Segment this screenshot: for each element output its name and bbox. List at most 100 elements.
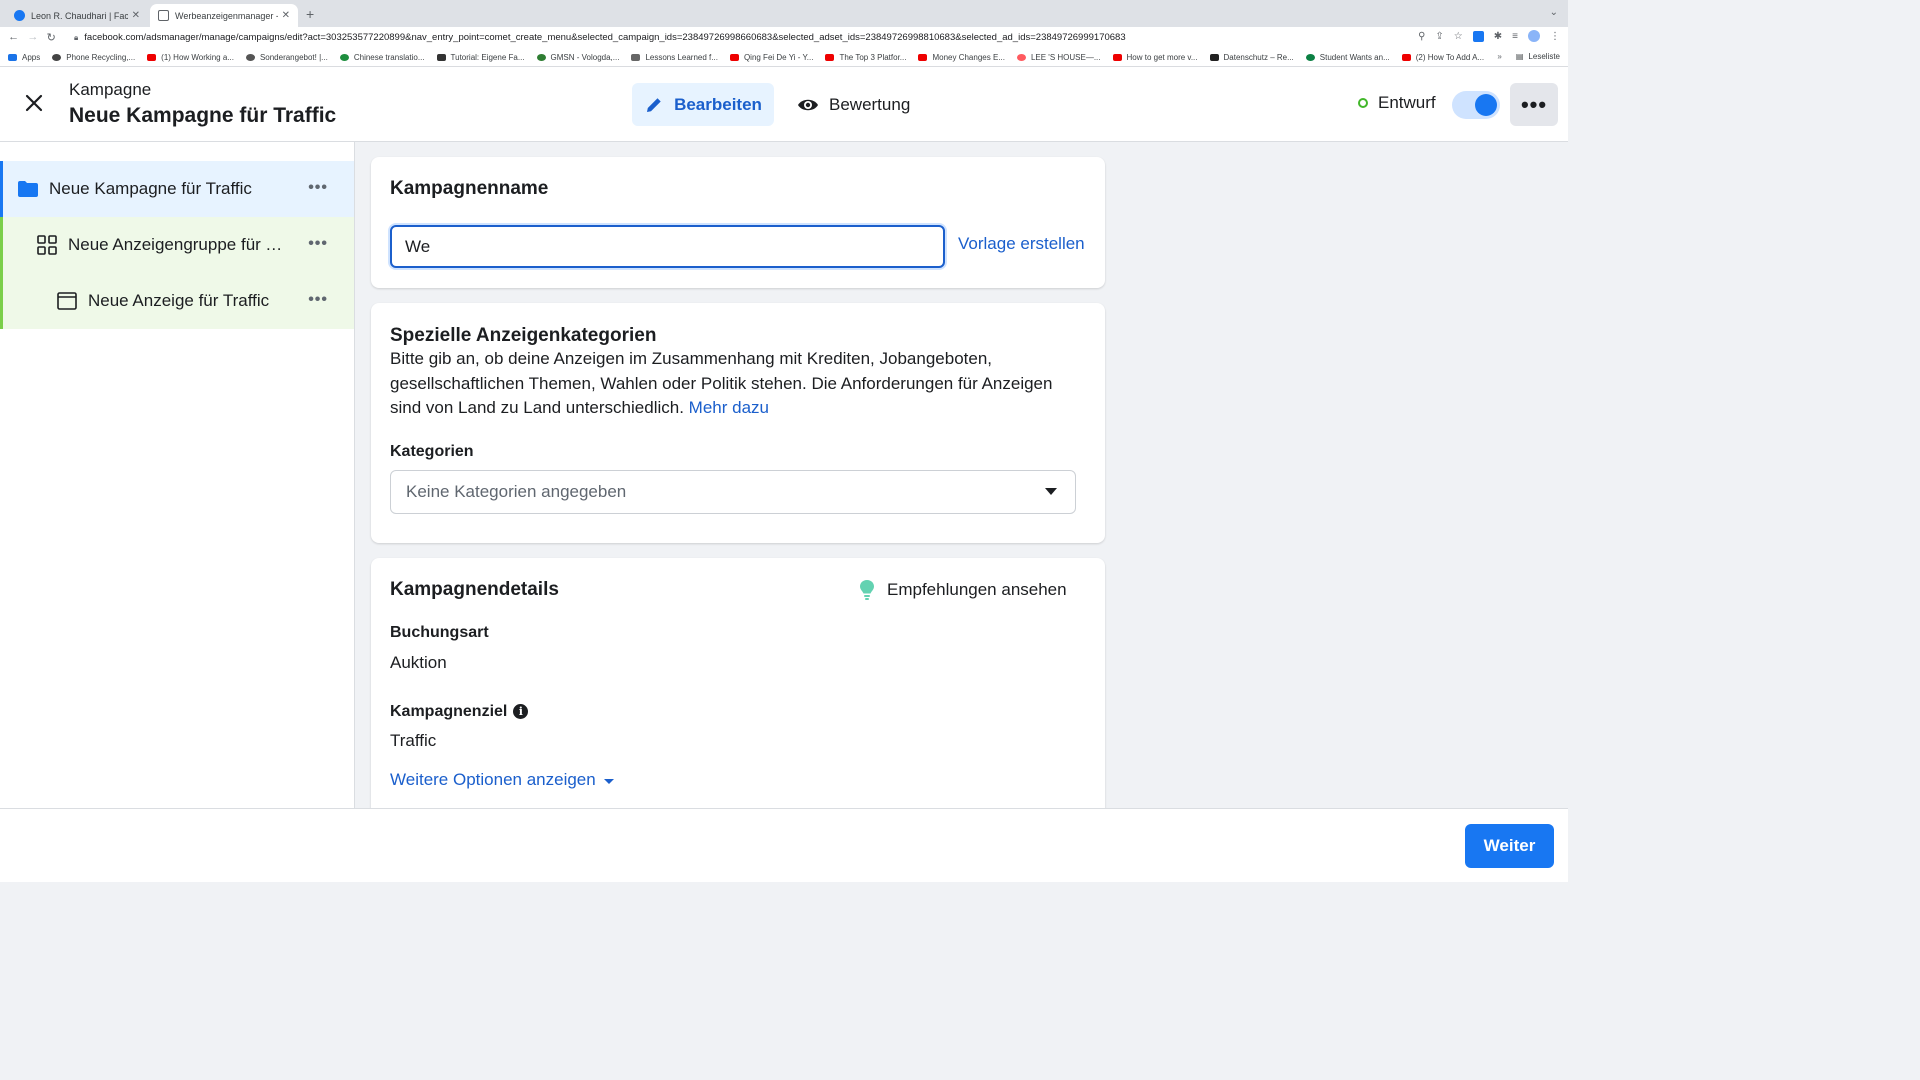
categories-select[interactable]: Keine Kategorien angegeben [390,470,1076,514]
tab-review[interactable]: Bewertung [797,83,910,126]
browser-menu-icon[interactable]: ⋮ [1550,31,1560,42]
close-tab-icon[interactable]: ✕ [282,10,290,21]
bookmark-item[interactable]: LEE 'S HOUSE—... [1016,53,1101,62]
bookmark-item[interactable]: (2) How To Add A... [1401,53,1484,62]
extensions-icon[interactable]: ✱ [1494,31,1502,42]
sidebar-item-label: Neue Kampagne für Traffic [49,179,252,198]
caret-down-icon [1045,488,1057,495]
reading-list-link[interactable]: Leseliste [1528,52,1560,61]
booking-type-label: Buchungsart [390,624,489,641]
adsmanager-icon [158,10,169,21]
status-dot-icon [1358,98,1368,108]
bookmark-item[interactable]: Lessons Learned f... [631,53,718,62]
new-tab-icon[interactable]: + [306,6,314,22]
facebook-icon [14,10,25,21]
reload-icon[interactable]: ↻ [47,31,56,44]
view-recommendations-link[interactable]: Empfehlungen ansehen [859,579,1067,601]
recommendations-label: Empfehlungen ansehen [887,580,1067,599]
site-icon [1305,53,1315,61]
browser-tab-bar: Leon R. Chaudhari | Facebook ✕ Werbeanze… [0,0,1568,27]
eye-icon [798,99,818,110]
special-categories-description: Bitte gib an, ob deine Anzeigen im Zusam… [390,349,1053,417]
campaign-details-title: Kampagnendetails [390,579,559,600]
more-options-link[interactable]: Weitere Optionen anzeigen [390,770,614,790]
create-template-link[interactable]: Vorlage erstellen [958,234,1085,254]
hash-icon [436,53,446,61]
status-badge: Entwurf [1358,93,1436,113]
site-icon [1209,53,1219,61]
categories-label: Kategorien [390,443,474,460]
facebook-extension-icon[interactable] [1472,30,1484,42]
next-button[interactable]: Weiter [1465,824,1554,868]
sidebar: Neue Kampagne für Traffic ••• Neue Anzei… [0,142,355,808]
browser-toolbar: ← → ↻ 🔒︎ facebook.com/adsmanager/manage/… [0,27,1568,48]
youtube-icon [147,53,157,61]
bookmark-item[interactable]: The Top 3 Platfor... [825,53,906,62]
bookmark-item[interactable]: How to get more v... [1112,53,1198,62]
tab-edit-label: Bearbeiten [674,94,762,114]
browser-tab-adsmanager[interactable]: Werbeanzeigenmanager - Wer ✕ [150,4,298,27]
sidebar-item-ad[interactable]: Neue Anzeige für Traffic ••• [0,273,354,329]
browser-tab-title: Leon R. Chaudhari | Facebook [31,10,128,21]
more-bookmarks-icon[interactable]: » [1497,52,1501,61]
ad-window-icon [56,290,78,312]
special-categories-title: Spezielle Anzeigenkategorien [390,325,657,346]
browser-tab-title: Werbeanzeigenmanager - Wer [175,10,278,21]
sidebar-item-campaign[interactable]: Neue Kampagne für Traffic ••• [0,161,354,217]
browser-tab-facebook[interactable]: Leon R. Chaudhari | Facebook ✕ [6,4,148,27]
youtube-icon [825,53,835,61]
folder-icon [17,178,39,200]
share-icon[interactable]: ⇪ [1435,31,1443,42]
bookmark-item[interactable]: (1) How Working a... [147,53,234,62]
sidebar-item-adset[interactable]: Neue Anzeigengruppe für Traffic ••• [0,217,354,273]
status-label: Entwurf [1378,93,1436,112]
close-editor-button[interactable] [22,94,46,118]
toggle-knob [1475,94,1497,116]
bookmark-apps[interactable]: Apps [8,53,40,62]
learn-more-link[interactable]: Mehr dazu [689,398,769,417]
bookmark-item[interactable]: Money Changes E... [918,53,1005,62]
bookmark-item[interactable]: Qing Fei De Yi - Y... [729,53,813,62]
campaign-goal-label: Kampagnenziel i [390,703,529,721]
reading-list-icon[interactable]: ≡ [1512,31,1518,42]
more-options-button[interactable]: ••• [1510,83,1558,126]
campaign-name-title: Kampagnenname [390,178,549,199]
site-icon [536,53,546,61]
profile-avatar[interactable] [1528,30,1540,42]
close-icon [25,94,43,112]
page-title: Neue Kampagne für Traffic [69,104,337,127]
bookmark-item[interactable]: Chinese translatio... [339,53,425,62]
campaign-toggle[interactable] [1452,91,1500,119]
bookmark-star-icon[interactable]: ☆ [1454,31,1463,42]
lightbulb-icon [860,580,874,600]
bookmark-item[interactable]: Student Wants an... [1305,53,1390,62]
ellipsis-icon[interactable]: ••• [308,179,328,197]
bookmark-item[interactable]: Sonderangebot! |... [245,53,328,62]
ellipsis-icon[interactable]: ••• [308,291,328,309]
bookmark-item[interactable]: Datenschutz – Re... [1209,53,1294,62]
bookmark-item[interactable]: Tutorial: Eigene Fa... [436,53,525,62]
info-icon[interactable]: i [513,704,529,719]
zoom-icon[interactable]: ⚲ [1418,31,1425,42]
tab-search-icon[interactable]: ⌄ [1550,7,1558,18]
booking-type-value: Auktion [390,653,447,672]
campaign-name-input[interactable] [390,225,945,268]
bookmark-item[interactable]: Phone Recycling,... [52,53,135,62]
app-header: Kampagne Neue Kampagne für Traffic Bearb… [0,67,1568,142]
site-icon [631,53,641,61]
sidebar-item-label: Neue Anzeige für Traffic [88,291,270,310]
campaign-name-card: Kampagnenname Vorlage erstellen [371,157,1105,288]
tab-edit[interactable]: Bearbeiten [632,83,774,126]
forward-icon[interactable]: → [27,31,38,44]
bookmark-item[interactable]: GMSN - Vologda,... [536,53,619,62]
ellipsis-icon[interactable]: ••• [308,235,328,253]
address-bar[interactable]: 🔒︎ facebook.com/adsmanager/manage/campai… [68,29,1408,46]
tab-review-label: Bewertung [829,94,911,114]
back-icon[interactable]: ← [8,31,19,44]
lock-icon: 🔒︎ [74,32,79,42]
youtube-icon [1112,53,1122,61]
url-text: facebook.com/adsmanager/manage/campaigns… [84,32,1126,43]
close-tab-icon[interactable]: ✕ [132,10,140,21]
youtube-icon [729,53,739,61]
campaign-details-card: Kampagnendetails Empfehlungen ansehen Bu… [371,558,1105,818]
